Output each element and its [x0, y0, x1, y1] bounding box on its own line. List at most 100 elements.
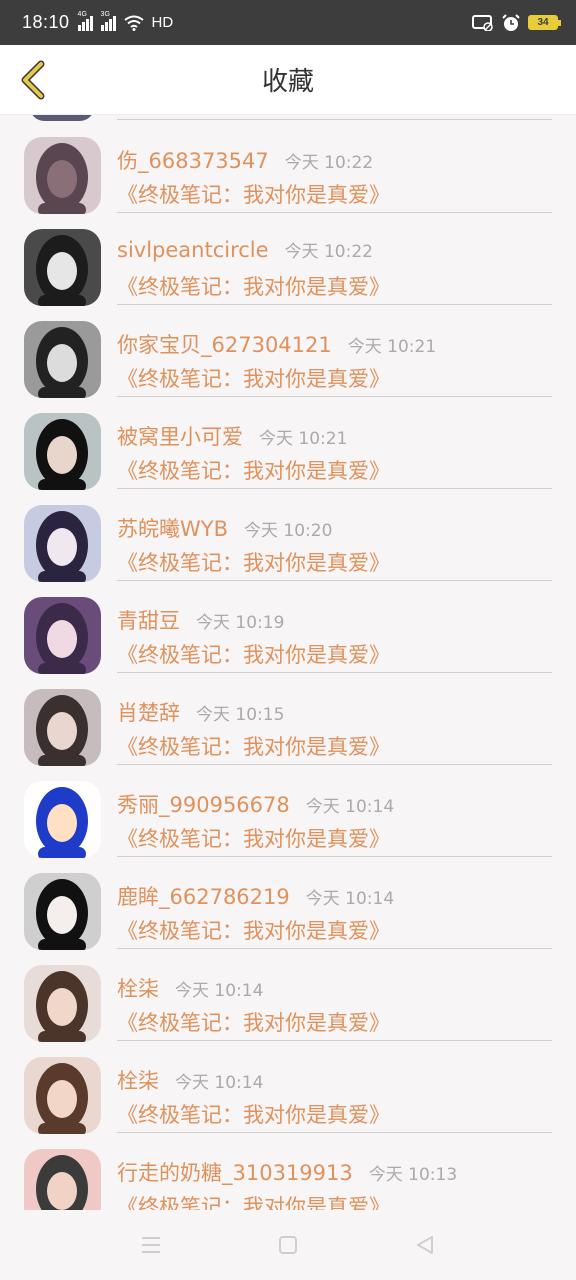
book-title-link[interactable]: 《终极笔记：我对你是真爱》: [117, 271, 390, 301]
username[interactable]: 栓柒: [117, 1065, 159, 1095]
list-item[interactable]: 伤_668373547 今天 10:22 《终极笔记：我对你是真爱》: [0, 115, 576, 214]
list-item[interactable]: 肖楚辞 今天 10:15 《终极笔记：我对你是真爱》: [0, 667, 576, 766]
nav-back-button[interactable]: [410, 1230, 440, 1260]
timestamp: 今天 10:14: [175, 1073, 264, 1093]
item-header: 肖楚辞 今天 10:15: [117, 697, 284, 727]
item-header: 栓柒 今天 10:14: [117, 1065, 263, 1095]
timestamp: 今天 10:22: [284, 242, 373, 262]
home-button[interactable]: [273, 1230, 303, 1260]
avatar-image: [24, 505, 101, 582]
list-item[interactable]: 栓柒 今天 10:14 《终极笔记：我对你是真爱》: [0, 1035, 576, 1134]
menu-icon: [142, 1237, 160, 1253]
header: 收藏: [0, 45, 576, 115]
list-item[interactable]: 秀丽_990956678 今天 10:14 《终极笔记：我对你是真爱》: [0, 759, 576, 858]
timestamp: 今天 10:20: [244, 521, 333, 541]
book-title-link[interactable]: 《终极笔记：我对你是真爱》: [117, 1007, 390, 1037]
book-title-link[interactable]: 《终极笔记：我对你是真爱》: [117, 363, 390, 393]
menu-button[interactable]: [136, 1230, 166, 1260]
list-item[interactable]: 栓柒 今天 10:14 《终极笔记：我对你是真爱》: [0, 943, 576, 1042]
book-title-link[interactable]: 《终极笔记：我对你是真爱》: [117, 547, 390, 577]
back-triangle-icon: [417, 1236, 433, 1254]
list-item[interactable]: 行走的奶糖_310319913 今天 10:13 《终极笔记：我对你是真爱》: [0, 1127, 576, 1210]
list-item[interactable]: sivlpeantcircle 今天 10:22 《终极笔记：我对你是真爱》: [0, 207, 576, 306]
back-arrow-icon: [21, 60, 45, 100]
wifi-icon: [123, 15, 144, 31]
avatar[interactable]: [24, 873, 101, 950]
battery-indicator: 34: [528, 15, 561, 30]
timestamp: 今天 10:13: [368, 1165, 458, 1185]
avatar-image: [24, 1057, 101, 1134]
hd-indicator: HD: [151, 14, 174, 31]
avatar-image: [24, 781, 101, 858]
username[interactable]: 鹿眸_662786219: [117, 881, 290, 911]
avatar[interactable]: [24, 413, 101, 490]
list-item[interactable]: 苏皖曦WYB 今天 10:20 《终极笔记：我对你是真爱》: [0, 483, 576, 582]
timestamp: 今天 10:14: [175, 981, 264, 1001]
avatar[interactable]: [24, 137, 101, 214]
timestamp: 今天 10:22: [284, 153, 374, 173]
avatar[interactable]: [24, 597, 101, 674]
username[interactable]: 伤_668373547: [117, 145, 269, 175]
avatar[interactable]: [24, 229, 101, 306]
avatar-image: [24, 597, 101, 674]
avatar-image: [24, 1149, 101, 1210]
avatar-image: [24, 965, 101, 1042]
avatar[interactable]: [24, 505, 101, 582]
timestamp: 今天 10:14: [305, 797, 395, 817]
item-header: 苏皖曦WYB 今天 10:20: [117, 513, 332, 543]
username[interactable]: 苏皖曦WYB: [117, 513, 228, 543]
item-header: 青甜豆 今天 10:19: [117, 605, 284, 635]
list-item[interactable]: 青甜豆 今天 10:19 《终极笔记：我对你是真爱》: [0, 575, 576, 674]
avatar[interactable]: [24, 321, 101, 398]
avatar-image: [24, 413, 101, 490]
book-title-link[interactable]: 《终极笔记：我对你是真爱》: [117, 823, 390, 853]
book-title-link[interactable]: 《终极笔记：我对你是真爱》: [117, 1099, 390, 1129]
item-header: 秀丽_990956678 今天 10:14: [117, 789, 394, 819]
username[interactable]: sivlpeantcircle: [117, 238, 269, 262]
username[interactable]: 栓柒: [117, 973, 159, 1003]
username[interactable]: 青甜豆: [117, 605, 180, 635]
list-item[interactable]: 你家宝贝_627304121 今天 10:21 《终极笔记：我对你是真爱》: [0, 299, 576, 398]
username[interactable]: 你家宝贝_627304121: [117, 329, 332, 359]
avatar-image: [24, 137, 101, 214]
book-title-link[interactable]: 《终极笔记：我对你是真爱》: [117, 179, 390, 209]
item-header: 栓柒 今天 10:14: [117, 973, 263, 1003]
username[interactable]: 被窝里小可爱: [117, 421, 243, 451]
timestamp: 今天 10:21: [259, 429, 348, 449]
list-item[interactable]: 被窝里小可爱 今天 10:21 《终极笔记：我对你是真爱》: [0, 391, 576, 490]
status-time: 18:10: [22, 12, 70, 32]
signal-icon-2: 3G: [100, 11, 116, 31]
timestamp: 今天 10:21: [347, 337, 437, 357]
book-title-link[interactable]: 《终极笔记：我对你是真爱》: [117, 639, 390, 669]
book-title-link[interactable]: 《终极笔记：我对你是真爱》: [117, 915, 390, 945]
cast-icon: [472, 14, 493, 31]
home-icon: [279, 1236, 297, 1254]
item-header: 行走的奶糖_310319913 今天 10:13: [117, 1157, 457, 1187]
username[interactable]: 秀丽_990956678: [117, 789, 290, 819]
avatar-image: [24, 229, 101, 306]
avatar-image: [24, 321, 101, 398]
favorites-list[interactable]: 伤_668373547 今天 10:22 《终极笔记：我对你是真爱》 sivlpean…: [0, 115, 576, 1210]
item-header: 伤_668373547 今天 10:22: [117, 145, 373, 175]
timestamp: 今天 10:15: [196, 705, 285, 725]
avatar[interactable]: [24, 1057, 101, 1134]
signal-icon: 4G: [77, 11, 93, 31]
avatar[interactable]: [24, 689, 101, 766]
avatar[interactable]: [24, 965, 101, 1042]
back-button[interactable]: [14, 59, 50, 101]
item-header: 鹿眸_662786219 今天 10:14: [117, 881, 394, 911]
item-header: 被窝里小可爱 今天 10:21: [117, 421, 347, 451]
alarm-icon: [502, 13, 520, 31]
book-title-link[interactable]: 《终极笔记：我对你是真爱》: [117, 455, 390, 485]
timestamp: 今天 10:14: [305, 889, 395, 909]
avatar-image: [24, 689, 101, 766]
avatar[interactable]: [24, 781, 101, 858]
avatar-image: [24, 873, 101, 950]
username[interactable]: 肖楚辞: [117, 697, 180, 727]
timestamp: 今天 10:19: [196, 613, 285, 633]
avatar[interactable]: [24, 1149, 101, 1210]
book-title-link[interactable]: 《终极笔记：我对你是真爱》: [117, 731, 390, 761]
book-title-link[interactable]: 《终极笔记：我对你是真爱》: [117, 1191, 390, 1210]
list-item[interactable]: 鹿眸_662786219 今天 10:14 《终极笔记：我对你是真爱》: [0, 851, 576, 950]
username[interactable]: 行走的奶糖_310319913: [117, 1157, 353, 1187]
